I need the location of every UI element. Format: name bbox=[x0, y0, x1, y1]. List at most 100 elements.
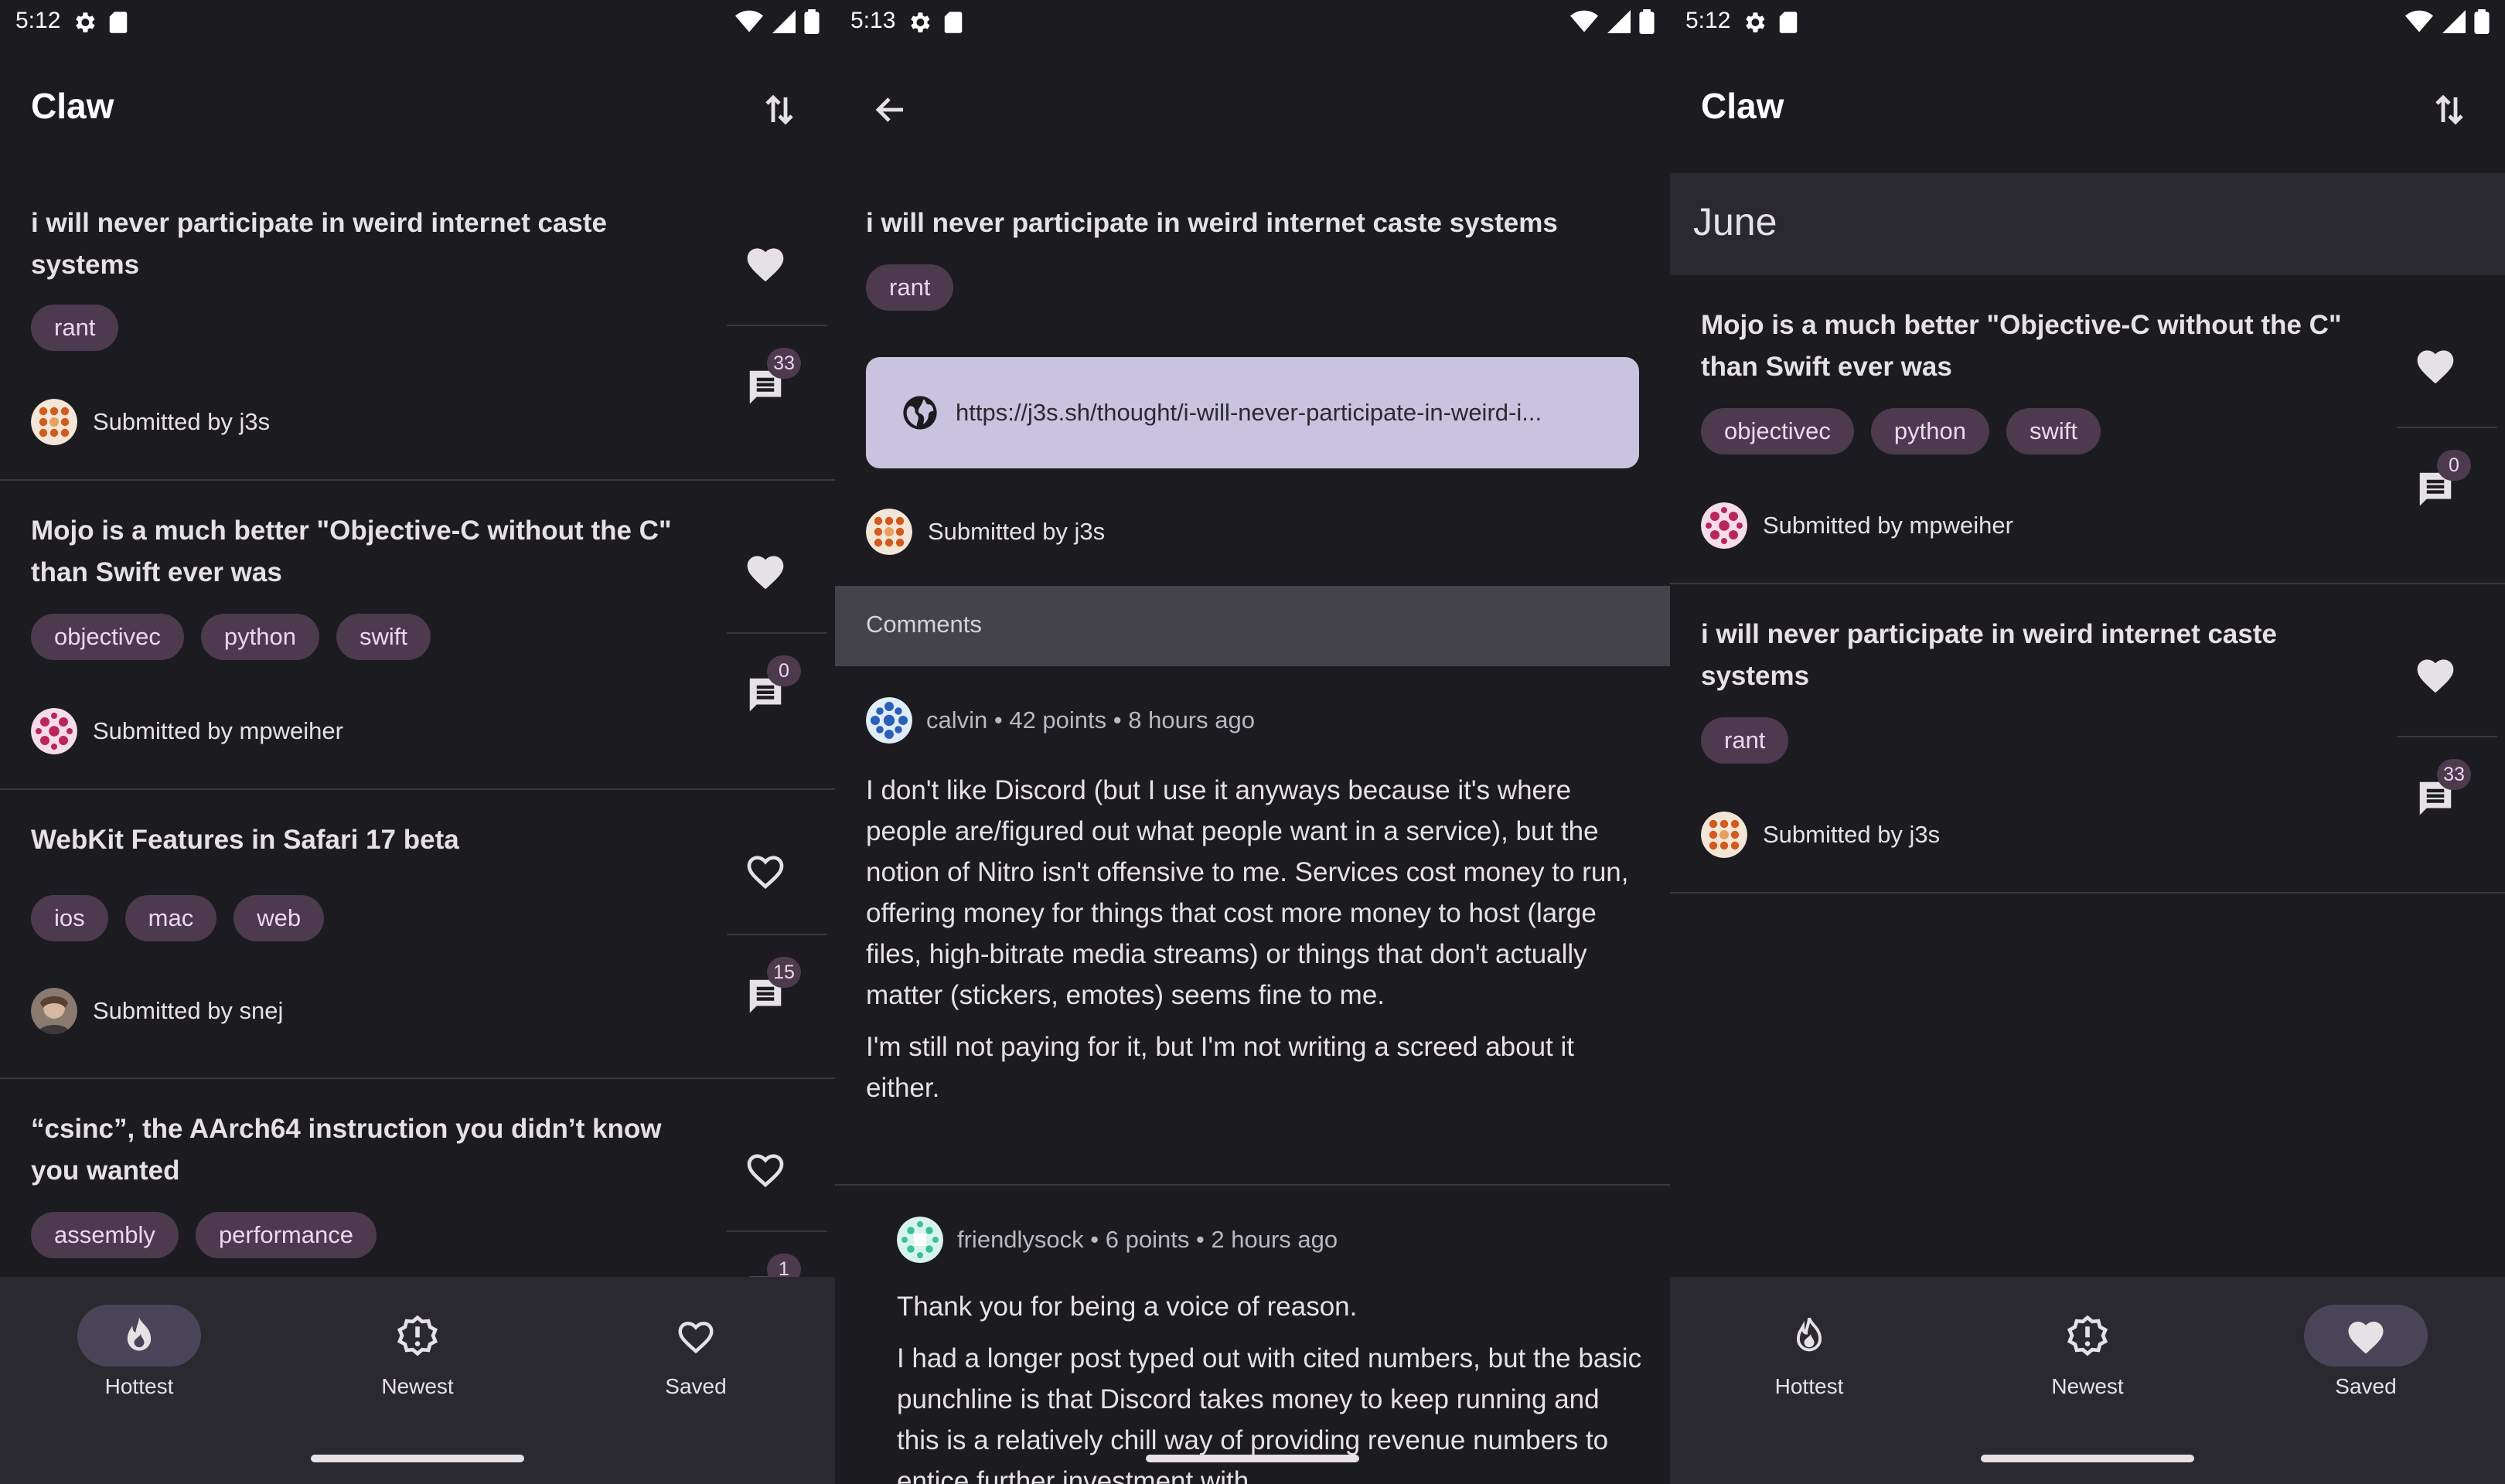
comment-paragraph: Thank you for being a voice of reason. bbox=[897, 1292, 1358, 1322]
nav-label: Hottest bbox=[104, 1374, 174, 1398]
tag-chip[interactable]: assembly bbox=[31, 1212, 179, 1258]
tag-chip[interactable]: mac bbox=[124, 895, 217, 941]
comment-paragraph: I'm still not paying for it, but I'm not… bbox=[866, 1032, 1574, 1103]
avatar bbox=[31, 708, 77, 754]
comments-button[interactable]: 0 bbox=[2389, 442, 2482, 535]
avatar bbox=[866, 509, 912, 555]
comments-button[interactable]: 0 bbox=[719, 648, 812, 740]
tag-chip[interactable]: rant bbox=[866, 264, 954, 311]
gear-icon bbox=[76, 12, 95, 32]
tag-chip[interactable]: python bbox=[200, 614, 319, 660]
avatar bbox=[1701, 502, 1747, 549]
story-item[interactable]: i will never participate in weird intern… bbox=[1670, 584, 2505, 893]
tag-chip[interactable]: objectivec bbox=[31, 614, 184, 660]
home-indicator[interactable] bbox=[1146, 1455, 1359, 1462]
comments-button[interactable]: 15 bbox=[719, 949, 812, 1042]
comments-header-label: Comments bbox=[866, 611, 982, 638]
avatar bbox=[866, 697, 912, 744]
tag-chip[interactable]: python bbox=[1870, 408, 1989, 454]
comment-item: calvin • 42 points • 8 hours ago I don't… bbox=[835, 666, 1670, 1184]
battery-icon bbox=[1639, 9, 1655, 34]
nav-newest[interactable]: Newest bbox=[278, 1305, 557, 1428]
favorite-button[interactable] bbox=[719, 824, 812, 917]
story-item[interactable]: Mojo is a much better "Objective-C witho… bbox=[0, 481, 835, 790]
story-item[interactable]: WebKit Features in Safari 17 beta ios ma… bbox=[0, 790, 835, 1079]
story-title: i will never participate in weird intern… bbox=[866, 208, 1558, 238]
wifi-icon bbox=[735, 10, 763, 32]
home-indicator[interactable] bbox=[311, 1455, 524, 1462]
submitter-label[interactable]: Submitted by snej bbox=[93, 997, 283, 1025]
sort-button[interactable] bbox=[755, 85, 804, 134]
submitter-label[interactable]: Submitted by mpweiher bbox=[93, 717, 343, 745]
story-title[interactable]: WebKit Features in Safari 17 beta bbox=[31, 819, 696, 861]
avatar bbox=[1701, 812, 1747, 858]
comment-count-badge: 0 bbox=[767, 655, 801, 686]
top-app-bar: Claw bbox=[0, 56, 835, 164]
submitter-label[interactable]: Submitted by j3s bbox=[928, 518, 1105, 546]
comments-section-header: Comments bbox=[835, 586, 1670, 666]
signal-icon bbox=[2442, 10, 2466, 33]
comment-meta[interactable]: friendlysock • 6 points • 2 hours ago bbox=[957, 1226, 1338, 1254]
signal-icon bbox=[772, 10, 796, 33]
tag-chip[interactable]: swift bbox=[2006, 408, 2101, 454]
signal-icon bbox=[1607, 10, 1631, 33]
story-item[interactable]: i will never participate in weird intern… bbox=[0, 173, 835, 481]
avatar bbox=[31, 399, 77, 445]
story-title[interactable]: Mojo is a much better "Objective-C witho… bbox=[1701, 305, 2366, 388]
comment-body: I don't like Discord (but I use it anywa… bbox=[866, 770, 1647, 1108]
status-time: 5:13 bbox=[850, 8, 896, 33]
sort-icon bbox=[765, 94, 793, 125]
nav-saved[interactable]: Saved bbox=[557, 1305, 835, 1428]
story-title[interactable]: i will never participate in weird intern… bbox=[1701, 614, 2366, 697]
comments-button[interactable]: 33 bbox=[719, 340, 812, 433]
sort-icon bbox=[2435, 94, 2463, 125]
heart-outline-icon bbox=[678, 1321, 714, 1354]
heart-icon bbox=[2417, 659, 2454, 693]
tag-chip[interactable]: ios bbox=[31, 895, 108, 941]
sort-button[interactable] bbox=[2425, 85, 2474, 134]
story-title[interactable]: “csinc”, the AArch64 instruction you did… bbox=[31, 1108, 696, 1192]
month-section-header: June bbox=[1670, 173, 2505, 275]
top-app-bar: Claw bbox=[1670, 56, 2505, 164]
nav-newest[interactable]: Newest bbox=[1948, 1305, 2227, 1428]
app-title: Claw bbox=[1701, 86, 1784, 126]
heart-icon bbox=[2348, 1322, 2384, 1354]
battery-icon bbox=[2474, 9, 2490, 34]
nav-hottest[interactable]: Hottest bbox=[1670, 1305, 1948, 1428]
heart-icon bbox=[747, 248, 784, 282]
tag-chip[interactable]: performance bbox=[195, 1212, 377, 1258]
tag-chip[interactable]: objectivec bbox=[1701, 408, 1854, 454]
submitter-label[interactable]: Submitted by j3s bbox=[93, 408, 270, 436]
tag-chip[interactable]: rant bbox=[31, 305, 119, 351]
back-button[interactable] bbox=[866, 85, 915, 134]
nav-label: Newest bbox=[381, 1374, 454, 1398]
tag-chip[interactable]: web bbox=[233, 895, 325, 941]
favorite-button[interactable] bbox=[2389, 628, 2482, 720]
story-link-card[interactable]: https://j3s.sh/thought/i-will-never-part… bbox=[866, 357, 1639, 468]
home-indicator[interactable] bbox=[1981, 1455, 2194, 1462]
status-bar: 5:12 bbox=[0, 0, 835, 46]
heart-outline-icon bbox=[747, 856, 784, 890]
bottom-navigation: Hottest Newest Saved bbox=[0, 1277, 835, 1484]
nav-saved[interactable]: Saved bbox=[2227, 1305, 2505, 1428]
submitter-label[interactable]: Submitted by j3s bbox=[1763, 821, 1940, 849]
comment-meta[interactable]: calvin • 42 points • 8 hours ago bbox=[926, 706, 1255, 734]
submitter-label[interactable]: Submitted by mpweiher bbox=[1763, 512, 2013, 539]
nav-hottest[interactable]: Hottest bbox=[0, 1305, 278, 1428]
status-time: 5:12 bbox=[1685, 8, 1731, 33]
tag-chip[interactable]: rant bbox=[1701, 717, 1789, 764]
story-title[interactable]: i will never participate in weird intern… bbox=[31, 203, 696, 286]
story-url[interactable]: https://j3s.sh/thought/i-will-never-part… bbox=[956, 399, 1597, 427]
back-arrow-icon bbox=[875, 97, 903, 122]
comment-item: friendlysock • 6 points • 2 hours ago Th… bbox=[835, 1186, 1670, 1484]
nav-label: Saved bbox=[2335, 1374, 2397, 1398]
favorite-button[interactable] bbox=[2389, 318, 2482, 411]
comments-button[interactable]: 33 bbox=[2389, 751, 2482, 844]
story-item[interactable]: Mojo is a much better "Objective-C witho… bbox=[1670, 275, 2505, 584]
saved-screen: 5:12 Claw June Mojo is a much better "Ob… bbox=[1670, 0, 2505, 1484]
tag-chip[interactable]: swift bbox=[336, 614, 431, 660]
favorite-button[interactable] bbox=[719, 524, 812, 617]
story-title[interactable]: Mojo is a much better "Objective-C witho… bbox=[31, 510, 696, 594]
favorite-button[interactable] bbox=[719, 1122, 812, 1215]
favorite-button[interactable] bbox=[719, 216, 812, 309]
